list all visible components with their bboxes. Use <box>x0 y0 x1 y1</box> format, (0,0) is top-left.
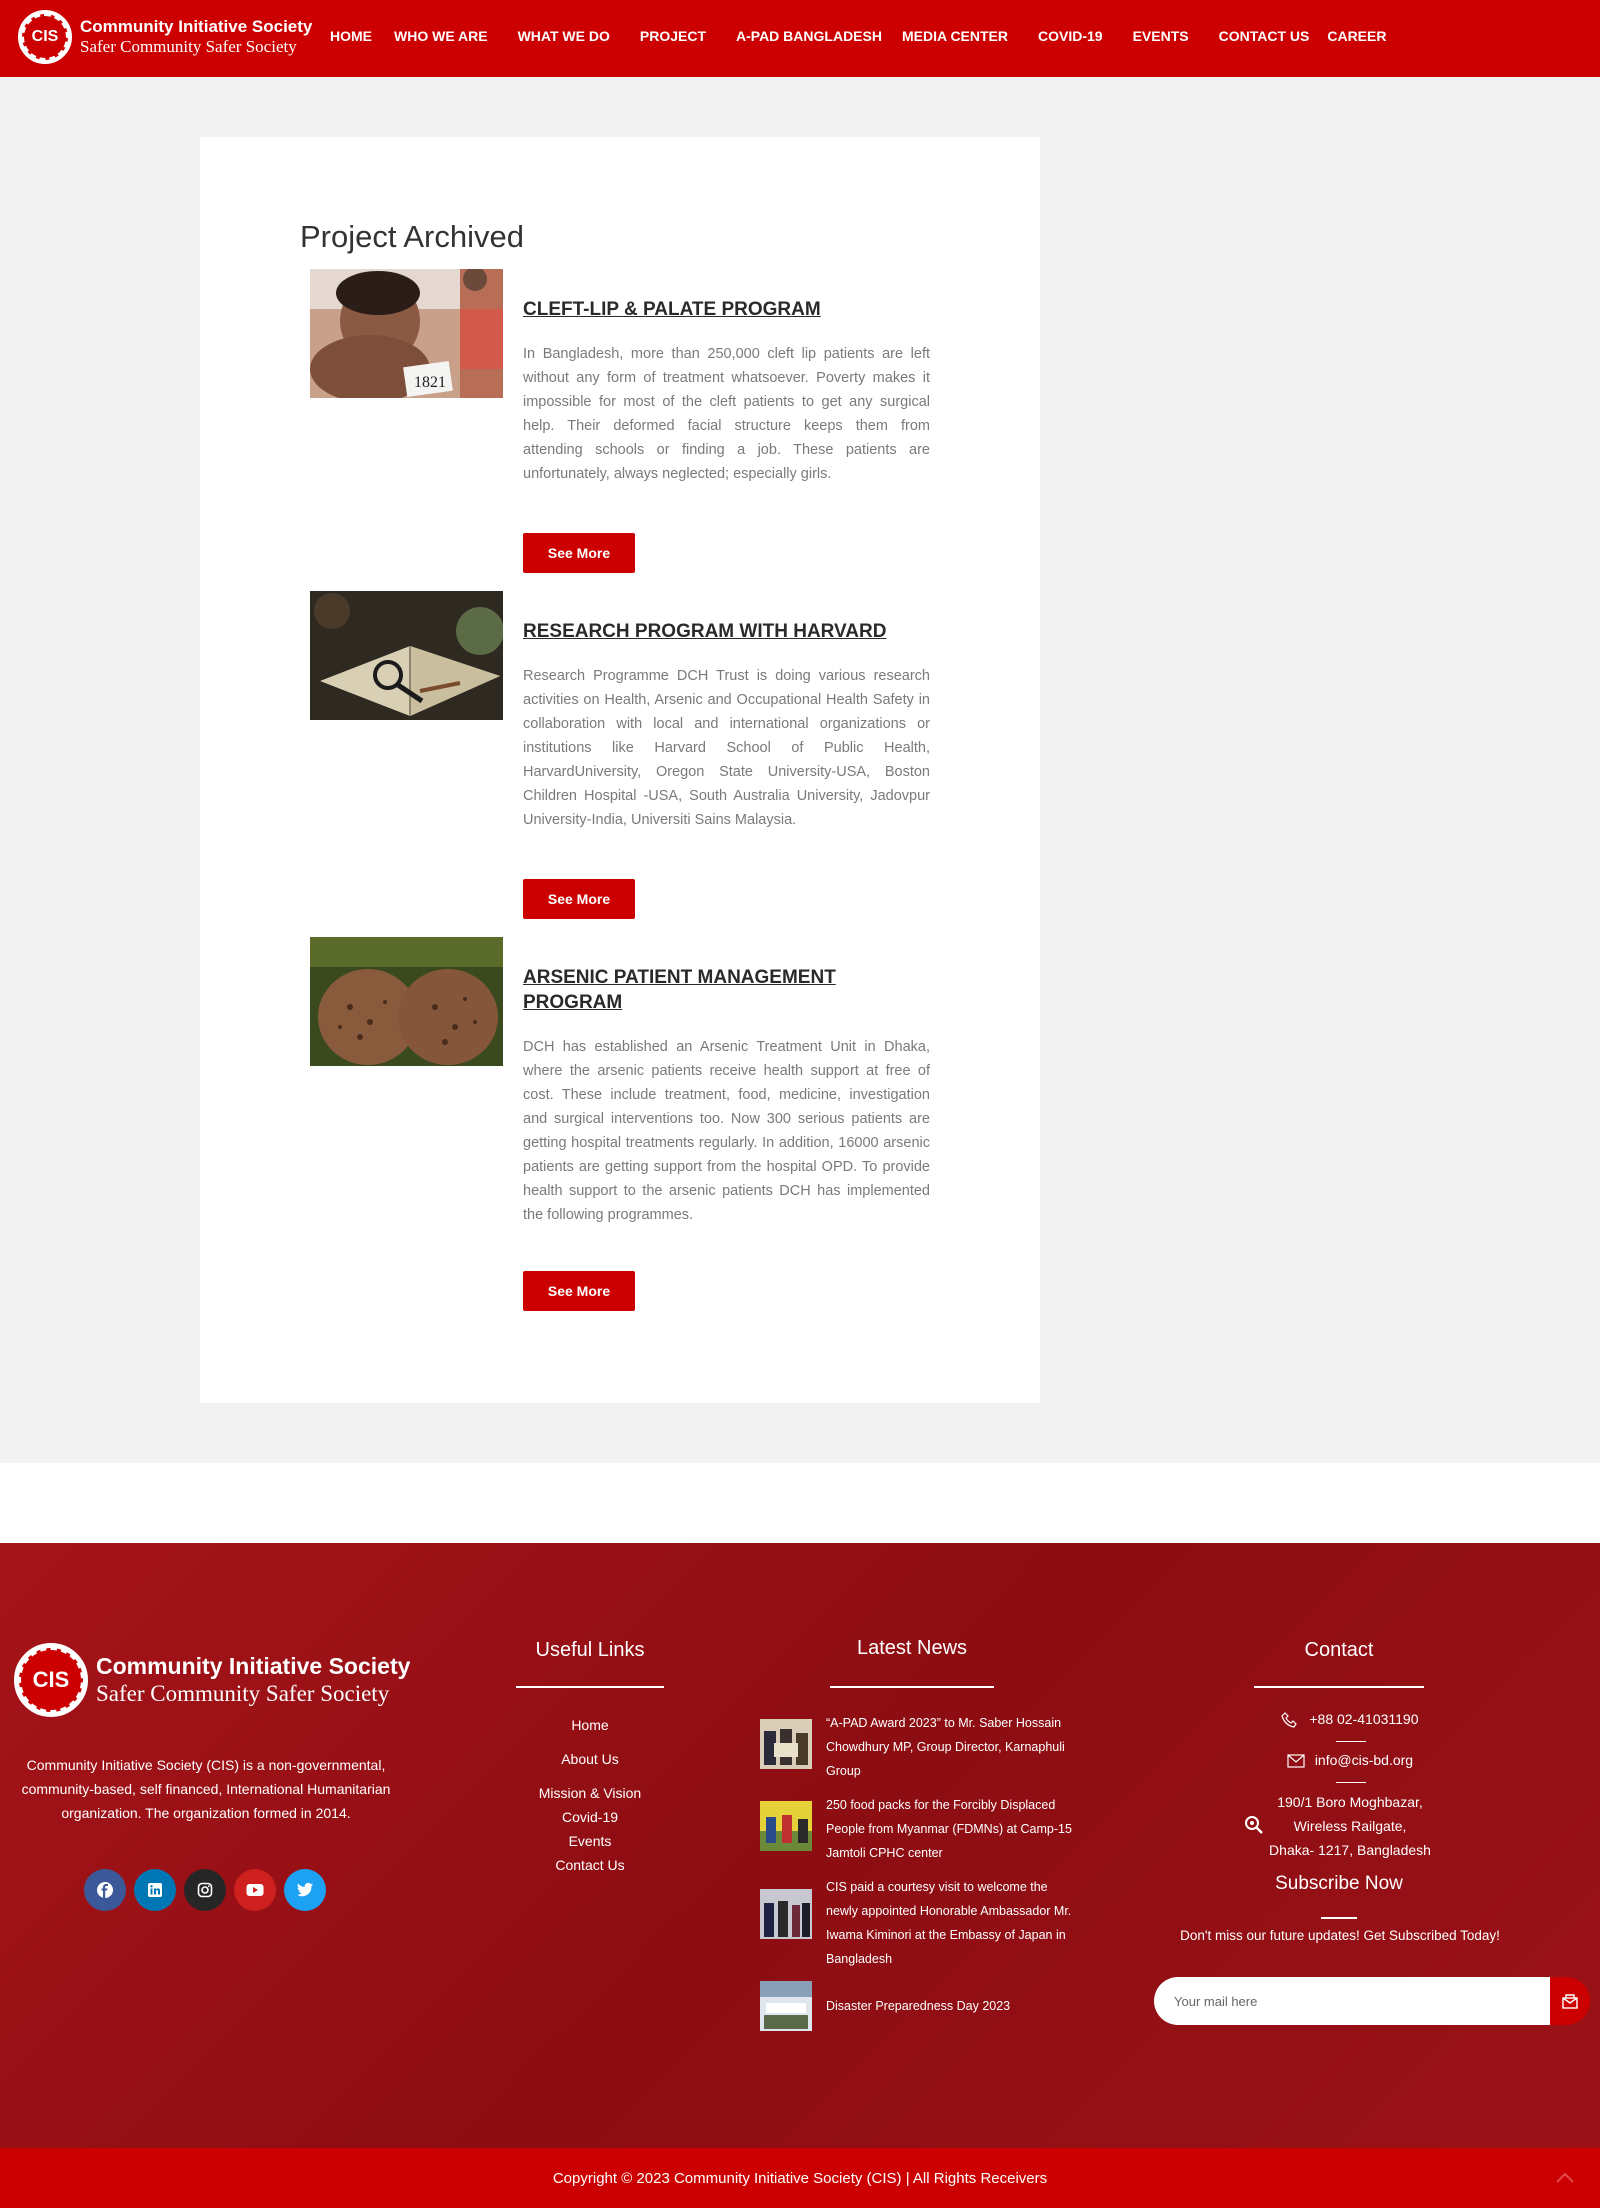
nav-a-pad-bangladesh[interactable]: A-PAD BANGLADESH <box>736 28 882 44</box>
contact-separator <box>1336 1741 1366 1742</box>
latest-news-divider <box>830 1686 994 1688</box>
footer-link-covid-19[interactable]: Covid-19 <box>500 1805 680 1829</box>
phone-icon <box>1281 1712 1298 1728</box>
news-headline[interactable]: “A-PAD Award 2023” to Mr. Saber Hossain … <box>826 1711 1080 1783</box>
footer-logo-title: Community Initiative Society <box>96 1653 411 1679</box>
footer-link-about-us[interactable]: About Us <box>500 1747 680 1771</box>
chevron-up-icon <box>1556 2172 1574 2183</box>
spacer-band <box>0 1463 1600 1543</box>
logo-title: Community Initiative Society <box>80 17 313 36</box>
news-thumbnail <box>760 1981 812 2031</box>
project-description-arsenic: DCH has established an Arsenic Treatment… <box>523 1039 930 1223</box>
contact-email[interactable]: info@cis-bd.org <box>1315 1752 1413 1768</box>
useful-links-divider <box>516 1686 664 1688</box>
useful-links-title: Useful Links <box>535 1639 645 1661</box>
contact-email-row: info@cis-bd.org <box>1150 1748 1550 1772</box>
subscribe-button[interactable] <box>1550 1977 1590 2025</box>
nav-events[interactable]: EVENTS <box>1133 28 1189 44</box>
footer-logo-emblem-text: CIS <box>19 1648 83 1712</box>
social-links <box>84 1869 334 1911</box>
news-headline[interactable]: 250 food packs for the Forcibly Displace… <box>826 1793 1080 1865</box>
logo-emblem: CIS <box>18 10 72 64</box>
news-thumbnail <box>760 1801 812 1851</box>
project-archive-card: Project Archived 1821 CLEFT-LIP & PALATE… <box>200 137 1040 1403</box>
useful-links-list-3: Mission & Vision Covid-19 Events Contact… <box>500 1781 680 1877</box>
subscribe-title: Subscribe Now <box>1275 1873 1403 1894</box>
news-headline[interactable]: CIS paid a courtesy visit to welcome the… <box>826 1875 1080 1971</box>
contact-phone[interactable]: +88 02-41031190 <box>1309 1711 1418 1727</box>
project-title-arsenic[interactable]: ARSENIC PATIENT MANAGEMENT PROGRAM <box>523 965 930 1015</box>
project-image-cleft-lip[interactable]: 1821 <box>310 269 503 398</box>
nav-career[interactable]: CAREER <box>1327 28 1386 44</box>
news-item[interactable]: Disaster Preparedness Day 2023 <box>760 1981 1080 2031</box>
twitter-icon[interactable] <box>284 1869 326 1911</box>
subscribe-email-input[interactable]: Your mail here <box>1154 1977 1550 2025</box>
instagram-icon[interactable] <box>184 1869 226 1911</box>
nav-covid-19[interactable]: COVID-19 <box>1038 28 1103 44</box>
map-search-icon[interactable] <box>1244 1815 1264 1840</box>
footer-logo-emblem: CIS <box>14 1643 88 1717</box>
project-title-cleft-lip[interactable]: CLEFT-LIP & PALATE PROGRAM <box>523 297 930 322</box>
page-title: Project Archived <box>300 219 524 254</box>
news-item[interactable]: CIS paid a courtesy visit to welcome the… <box>760 1875 1080 1971</box>
footer-logo-tagline: Safer Community Safer Society <box>96 1681 390 1706</box>
project-image-arsenic[interactable] <box>310 937 503 1066</box>
news-thumbnail <box>760 1719 812 1769</box>
site-footer: CIS Community Initiative Society Safer C… <box>0 1543 1600 2148</box>
copyright-text: Copyright © 2023 Community Initiative So… <box>552 2169 1048 2187</box>
youtube-icon[interactable] <box>234 1869 276 1911</box>
facebook-icon[interactable] <box>84 1869 126 1911</box>
see-more-button-cleft-lip[interactable]: See More <box>523 533 635 573</box>
project-title-research[interactable]: RESEARCH PROGRAM WITH HARVARD <box>523 619 930 644</box>
nav-who-we-are[interactable]: WHO WE ARE <box>394 28 488 44</box>
news-item[interactable]: “A-PAD Award 2023” to Mr. Saber Hossain … <box>760 1711 1080 1783</box>
nav-contact-us[interactable]: CONTACT US <box>1219 28 1310 44</box>
project-description-cleft-lip: In Bangladesh, more than 250,000 cleft l… <box>523 346 930 482</box>
nav-what-we-do[interactable]: WHAT WE DO <box>518 28 610 44</box>
footer-logo[interactable]: CIS Community Initiative Society Safer C… <box>14 1643 410 1717</box>
latest-news-title: Latest News <box>856 1637 968 1659</box>
contact-address-line-1: 190/1 Boro Moghbazar, <box>1277 1794 1423 1810</box>
contact-title: Contact <box>1304 1639 1374 1661</box>
footer-about-text: Community Initiative Society (CIS) is a … <box>21 1757 391 1821</box>
send-mail-icon <box>1562 1994 1578 2009</box>
subscribe-divider <box>1321 1917 1357 1919</box>
logo-tagline: Safer Community Safer Society <box>80 37 297 56</box>
nav-home[interactable]: HOME <box>330 28 372 44</box>
linkedin-icon[interactable] <box>134 1869 176 1911</box>
nav-media-center[interactable]: MEDIA CENTER <box>902 28 1008 44</box>
see-more-button-research[interactable]: See More <box>523 879 635 919</box>
footer-link-events[interactable]: Events <box>500 1829 680 1853</box>
thumb-number-label: 1821 <box>414 374 446 391</box>
see-more-button-arsenic[interactable]: See More <box>523 1271 635 1311</box>
project-image-research[interactable] <box>310 591 503 720</box>
useful-links-list-2: About Us <box>500 1747 680 1771</box>
copyright-bar: Copyright © 2023 Community Initiative So… <box>0 2148 1600 2208</box>
logo-emblem-text: CIS <box>22 14 68 60</box>
contact-separator <box>1336 1782 1366 1783</box>
main-nav: HOME WHO WE ARE WHAT WE DO PROJECT A-PAD… <box>330 0 1386 72</box>
project-description-research: Research Programme DCH Trust is doing va… <box>523 668 930 828</box>
scroll-to-top-button[interactable] <box>1550 2166 1580 2190</box>
contact-phone-row: +88 02-41031190 <box>1150 1707 1550 1731</box>
useful-links-list: Home <box>500 1713 680 1737</box>
email-icon <box>1287 1754 1305 1768</box>
news-thumbnail <box>760 1889 812 1939</box>
footer-link-contact-us[interactable]: Contact Us <box>500 1853 680 1877</box>
footer-link-mission-vision[interactable]: Mission & Vision <box>500 1781 680 1805</box>
subscribe-text: Don't miss our future updates! Get Subsc… <box>1180 1928 1500 1943</box>
footer-link-home[interactable]: Home <box>500 1713 680 1737</box>
site-header: CIS Community Initiative Society Safer C… <box>0 0 1600 77</box>
news-item[interactable]: 250 food packs for the Forcibly Displace… <box>760 1793 1080 1865</box>
contact-address-line-2: Wireless Railgate, <box>1293 1818 1407 1834</box>
nav-project[interactable]: PROJECT <box>640 28 706 44</box>
news-headline[interactable]: Disaster Preparedness Day 2023 <box>826 1981 1010 2031</box>
site-logo[interactable]: CIS Community Initiative Society Safer C… <box>18 10 312 64</box>
contact-divider <box>1254 1686 1424 1688</box>
contact-address-line-3: Dhaka- 1217, Bangladesh <box>1269 1842 1431 1858</box>
